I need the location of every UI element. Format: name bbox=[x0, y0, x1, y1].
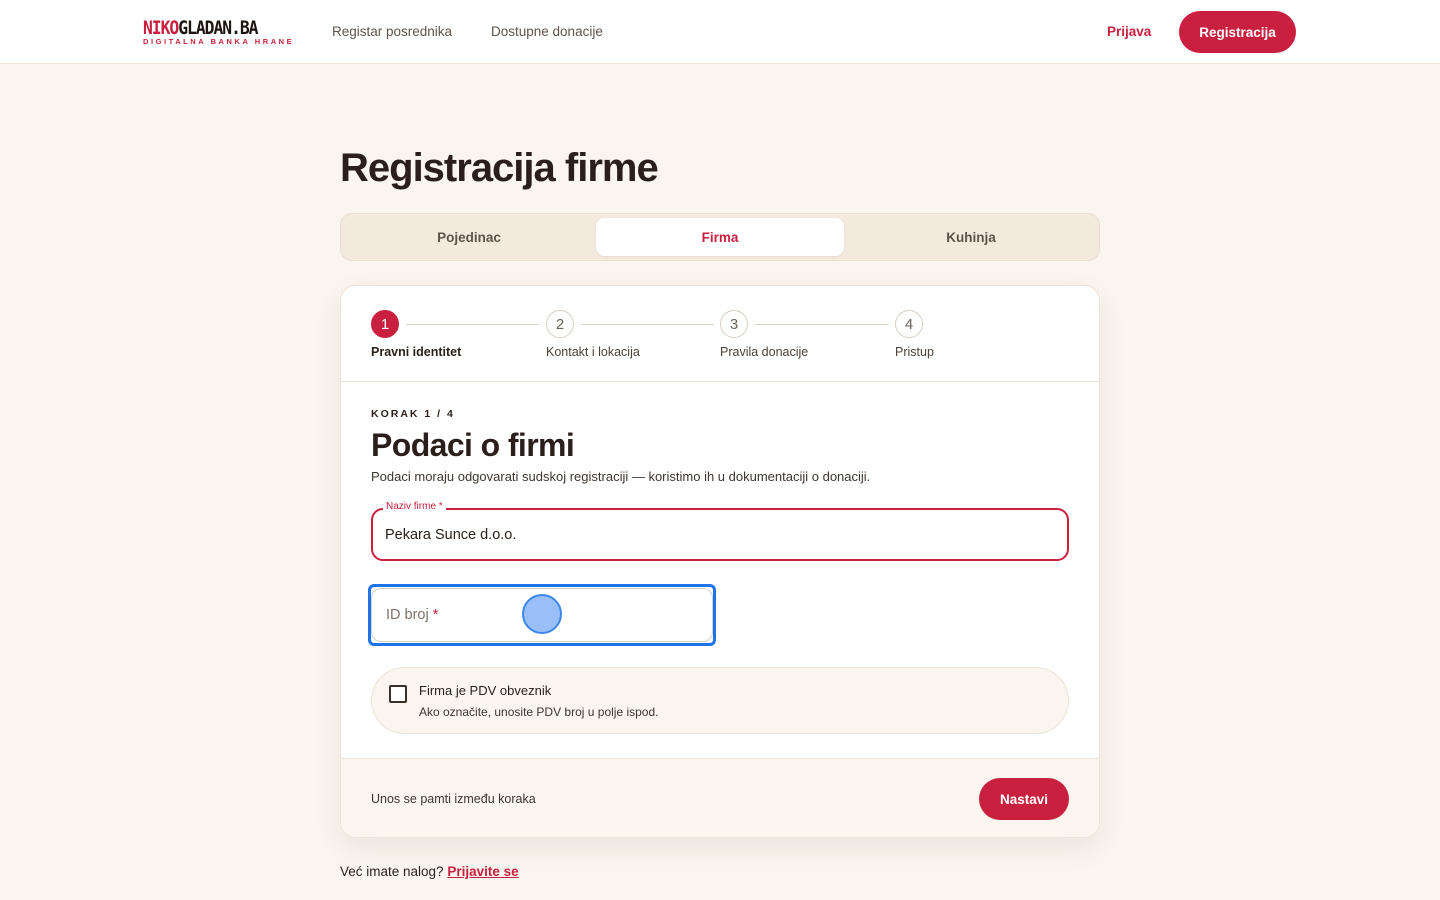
pdv-checkbox-hint: Ako označite, unosite PDV broj u polje i… bbox=[419, 705, 659, 719]
login-instead-link[interactable]: Prijavite se bbox=[447, 864, 518, 879]
pdv-option-box[interactable]: Firma je PDV obveznik Ako označite, unos… bbox=[371, 667, 1069, 734]
step-2-label: Kontakt i lokacija bbox=[546, 345, 640, 359]
page-title: Registracija firme bbox=[340, 146, 659, 190]
logo-wordmark: NIKOGLADAN.BA bbox=[143, 17, 259, 39]
company-name-input[interactable] bbox=[385, 510, 1045, 559]
login-link[interactable]: Prijava bbox=[1107, 23, 1151, 40]
section-description: Podaci moraju odgovarati sudskoj registr… bbox=[371, 469, 871, 484]
register-button[interactable]: Registracija bbox=[1179, 11, 1296, 53]
step-3-label: Pravila donacije bbox=[720, 345, 809, 359]
nav-link-registar-posrednika[interactable]: Registar posrednika bbox=[332, 23, 452, 40]
section-title: Podaci o firmi bbox=[371, 427, 575, 463]
step-1-label: Pravni identitet bbox=[371, 345, 462, 359]
tab-pojedinac[interactable]: Pojedinac bbox=[345, 218, 593, 256]
step-kicker: KORAK 1 / 4 bbox=[371, 408, 455, 420]
company-name-field: Naziv firme * bbox=[371, 501, 1069, 561]
continue-button[interactable]: Nastavi bbox=[979, 778, 1069, 820]
form-footer: Unos se pamti između koraka Nastavi bbox=[341, 758, 1099, 837]
registration-type-tabs: Pojedinac Firma Kuhinja bbox=[340, 213, 1100, 261]
top-navigation-bar: NIKOGLADAN.BA DIGITALNA BANKA HRANE Regi… bbox=[0, 0, 1440, 64]
mouse-cursor-indicator bbox=[522, 594, 562, 634]
step-2-indicator: 2 bbox=[546, 310, 574, 338]
step-3-indicator: 3 bbox=[720, 310, 748, 338]
step-connector bbox=[581, 324, 714, 325]
nav-link-dostupne-donacije[interactable]: Dostupne donacije bbox=[491, 23, 603, 40]
pdv-checkbox-label: Firma je PDV obveznik bbox=[419, 683, 552, 698]
registration-form-card: 1 2 3 4 Pravni identitet Kontakt i lokac… bbox=[340, 285, 1100, 838]
step-connector bbox=[755, 324, 889, 325]
progress-stepper: 1 2 3 4 Pravni identitet Kontakt i lokac… bbox=[341, 286, 1099, 382]
step-4-indicator: 4 bbox=[895, 310, 923, 338]
tab-firma[interactable]: Firma bbox=[596, 218, 844, 256]
tab-kuhinja[interactable]: Kuhinja bbox=[847, 218, 1095, 256]
step-connector bbox=[406, 324, 539, 325]
nikogladan-logo[interactable]: NIKOGLADAN.BA DIGITALNA BANKA HRANE bbox=[143, 17, 292, 47]
existing-account-prompt: Već imate nalog? Prijavite se bbox=[340, 863, 519, 880]
pdv-checkbox[interactable] bbox=[389, 685, 407, 703]
step-4-label: Pristup bbox=[895, 345, 934, 359]
account-question: Već imate nalog? bbox=[340, 864, 444, 879]
logo-tagline: DIGITALNA BANKA HRANE bbox=[143, 37, 295, 46]
autosave-note: Unos se pamti između koraka bbox=[371, 792, 536, 806]
step-1-indicator: 1 bbox=[371, 310, 399, 338]
